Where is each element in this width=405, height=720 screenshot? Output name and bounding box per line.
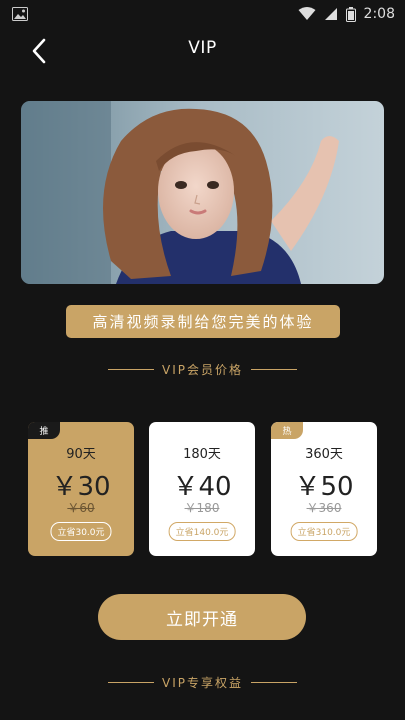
promo-text: 高清视频录制给您完美的体验 — [92, 313, 314, 331]
recommend-tag: 推 — [28, 422, 60, 439]
status-bar: 2:08 — [0, 0, 405, 28]
plan-price: ￥30 — [51, 472, 111, 502]
divider-line-left — [108, 368, 154, 370]
top-bar: VIP — [0, 28, 405, 72]
plan-duration: 180天 — [183, 447, 221, 462]
plan-duration: 360天 — [305, 447, 343, 462]
plan-original-price: ￥360 — [306, 501, 342, 515]
status-left — [12, 7, 28, 21]
plan-duration: 90天 — [66, 447, 96, 462]
divider-line-right — [251, 368, 297, 370]
plan-original-price: ￥180 — [184, 501, 220, 515]
plan-price: ￥50 — [294, 472, 354, 502]
hero-banner-image — [21, 101, 384, 284]
hot-tag: 热 — [271, 422, 303, 439]
promo-banner: 高清视频录制给您完美的体验 — [66, 305, 340, 338]
pricing-section-heading: VIP会员价格 — [0, 359, 405, 379]
plan-card-180-days[interactable]: 180天 ￥40 ￥180 立省140.0元 — [149, 422, 255, 556]
wifi-icon — [298, 7, 316, 20]
plan-original-price: ￥60 — [67, 501, 95, 515]
status-right: 2:08 — [298, 6, 395, 22]
plan-price: ￥40 — [172, 472, 232, 502]
status-time: 2:08 — [363, 6, 395, 22]
plan-savings-badge: 立省30.0元 — [50, 522, 112, 541]
image-notification-icon — [12, 7, 28, 21]
plan-card-360-days[interactable]: 热 360天 ￥50 ￥360 立省310.0元 — [271, 422, 377, 556]
benefits-heading-text: VIP专享权益 — [162, 675, 243, 690]
plan-savings-badge: 立省310.0元 — [290, 522, 358, 541]
activate-button-label: 立即开通 — [166, 609, 238, 630]
plan-card-90-days[interactable]: 推 90天 ￥30 ￥60 立省30.0元 — [28, 422, 134, 556]
battery-icon — [345, 6, 356, 22]
divider-line-left — [108, 681, 154, 683]
plan-savings-badge: 立省140.0元 — [168, 522, 236, 541]
pricing-heading-text: VIP会员价格 — [162, 362, 243, 377]
benefits-section-heading: VIP专享权益 — [0, 672, 405, 692]
activate-now-button[interactable]: 立即开通 — [98, 594, 306, 640]
page-title: VIP — [188, 38, 217, 58]
signal-icon — [324, 8, 337, 20]
divider-line-right — [251, 681, 297, 683]
